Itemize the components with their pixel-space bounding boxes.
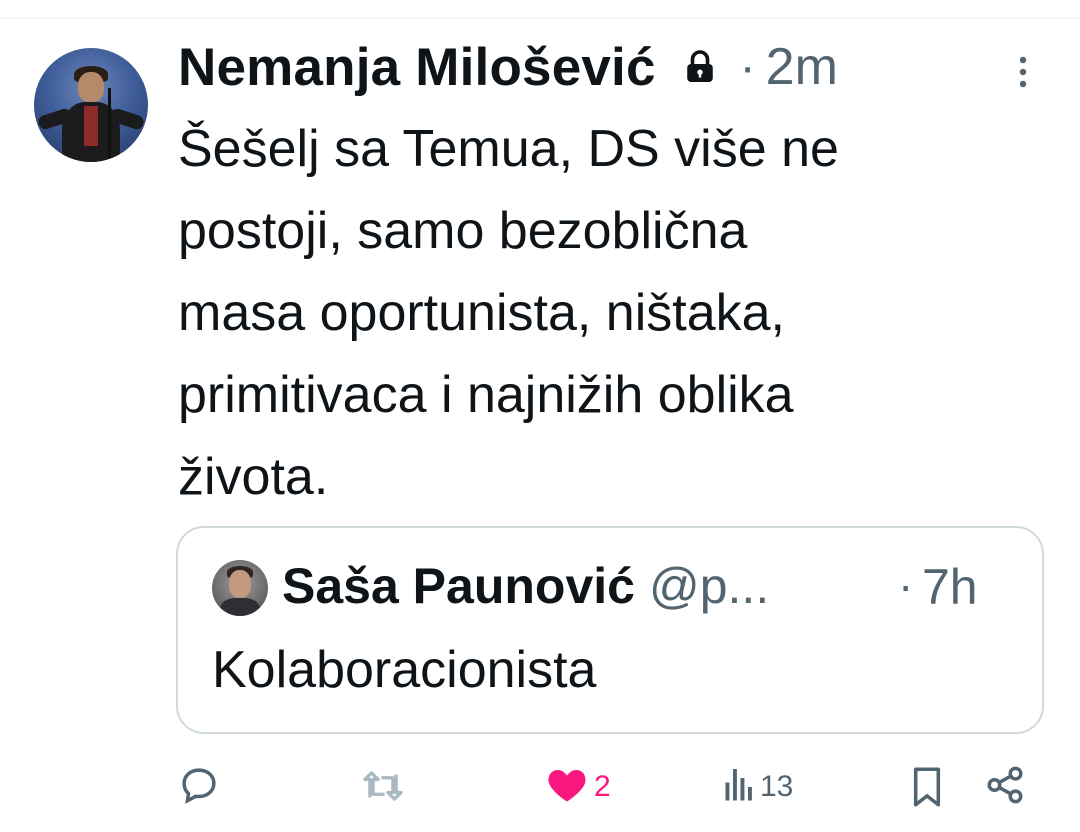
views-count: 13 (760, 769, 794, 803)
retweet-button[interactable] (360, 766, 406, 811)
like-count: 2 (594, 769, 611, 803)
author-avatar[interactable] (34, 48, 148, 162)
quote-separator: · (898, 559, 914, 611)
quote-author-avatar[interactable] (212, 560, 268, 616)
action-bar: 2 13 (0, 760, 1080, 820)
tweet-text: Šešelj sa Temua, DS više ne postoji, sam… (178, 120, 839, 506)
views-icon (724, 764, 754, 809)
share-button[interactable] (984, 764, 1026, 811)
quote-text: Kolaboracionista (212, 641, 597, 699)
lock-icon (682, 47, 718, 87)
quote-author-handle[interactable]: @p... (649, 557, 769, 615)
tweet[interactable]: Nemanja Milošević · 2m Šešelj sa Temua, … (0, 0, 1080, 832)
views-button[interactable]: 13 (724, 764, 793, 809)
tweet-header: Nemanja Milošević · 2m (178, 34, 838, 100)
retweet-icon (360, 766, 406, 811)
quoted-tweet[interactable]: Saša Paunović @p... · 7h Kolaboracionist… (176, 526, 1044, 734)
bookmark-icon (910, 766, 944, 813)
author-name[interactable]: Nemanja Milošević (178, 37, 656, 98)
timestamp[interactable]: 2m (766, 37, 838, 97)
quote-author-name[interactable]: Saša Paunović (282, 557, 635, 615)
like-button[interactable]: 2 (546, 764, 611, 809)
header-separator: · (739, 40, 756, 94)
reply-button[interactable] (178, 764, 220, 811)
like-icon (546, 764, 588, 809)
quote-header: Saša Paunović @p... (282, 554, 769, 618)
reply-icon (178, 764, 220, 811)
bookmark-button[interactable] (910, 766, 944, 813)
quote-timestamp[interactable]: 7h (922, 558, 978, 616)
share-icon (984, 764, 1026, 811)
more-icon[interactable] (1012, 52, 1034, 92)
